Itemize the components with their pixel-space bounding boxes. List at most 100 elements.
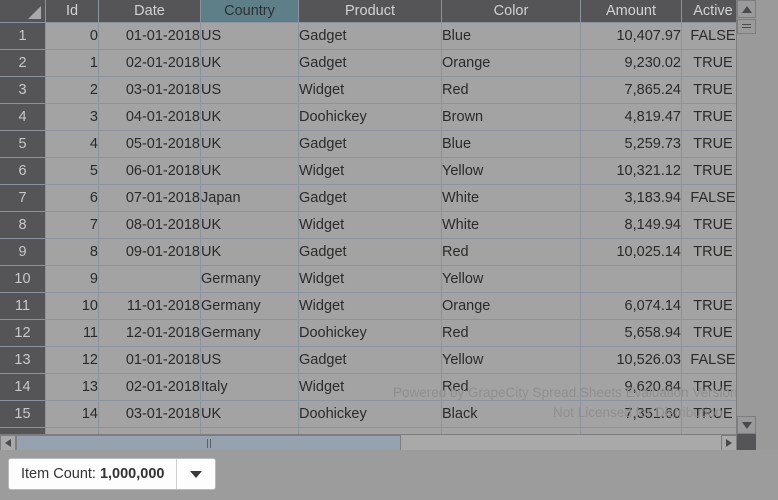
horizontal-scrollbar[interactable] [0, 434, 737, 450]
cell-product[interactable]: Gadget [298, 49, 442, 77]
cell-date[interactable]: 03-01-2018 [98, 76, 201, 104]
cell-amount[interactable]: 6,074.14 [580, 292, 682, 320]
row-header[interactable]: 7 [0, 184, 46, 212]
cell-amount[interactable]: 9,230.02 [580, 49, 682, 77]
cell-product[interactable]: Gadget [298, 184, 442, 212]
cell-color[interactable]: Orange [441, 49, 581, 77]
cell-id[interactable]: 2 [45, 76, 99, 104]
row-header[interactable]: 10 [0, 265, 46, 293]
cell-color[interactable]: White [441, 211, 581, 239]
table-row[interactable]: 14 13 02-01-2018 Italy Widget Red 9,620.84 TRUE [0, 373, 745, 401]
item-count-dropdown[interactable]: Item Count: 1,000,000 [8, 458, 217, 490]
cell-color[interactable]: Blue [441, 130, 581, 158]
cell-amount[interactable]: 8,149.94 [580, 211, 682, 239]
cell-product[interactable]: Gadget [298, 238, 442, 266]
vertical-scrollbar[interactable] [736, 0, 756, 434]
cell-id[interactable]: 1 [45, 49, 99, 77]
cell-date[interactable] [98, 265, 201, 293]
cell-amount[interactable]: 4,819.47 [580, 103, 682, 131]
column-header-date[interactable]: Date [98, 0, 201, 23]
cell-id[interactable]: 9 [45, 265, 99, 293]
cell-date[interactable]: 05-01-2018 [98, 130, 201, 158]
cell-amount[interactable]: 9,620.84 [580, 373, 682, 401]
table-row[interactable]: 2 1 02-01-2018 UK Gadget Orange 9,230.02 TRUE [0, 49, 745, 77]
cell-id[interactable]: 12 [45, 346, 99, 374]
row-header[interactable]: 11 [0, 292, 46, 320]
row-header[interactable]: 13 [0, 346, 46, 374]
cell-amount[interactable] [580, 265, 682, 293]
row-header[interactable]: 14 [0, 373, 46, 401]
cell-date[interactable]: 06-01-2018 [98, 157, 201, 185]
table-row[interactable]: 9 8 09-01-2018 UK Gadget Red 10,025.14 TRUE [0, 238, 745, 266]
cell-product[interactable]: Widget [298, 265, 442, 293]
table-row[interactable]: 5 4 05-01-2018 UK Gadget Blue 5,259.73 TRUE [0, 130, 745, 158]
spreadsheet-viewport[interactable]: Id Date Country Product Color Amount Active 10… [0, 0, 778, 450]
cell-date[interactable]: 07-01-2018 [98, 184, 201, 212]
cell-country[interactable]: US [200, 346, 299, 374]
cell-id[interactable]: 0 [45, 22, 99, 50]
cell-amount[interactable]: 10,025.14 [580, 238, 682, 266]
scroll-up-button[interactable] [737, 0, 756, 18]
table-row[interactable]: 7 6 07-01-2018 Japan Gadget White 3,183.94 FALS… [0, 184, 745, 212]
item-count-dropdown-toggle[interactable] [176, 459, 215, 489]
cell-color[interactable]: Red [441, 373, 581, 401]
cell-amount[interactable]: 10,407.97 [580, 22, 682, 50]
cell-product[interactable]: Widget [298, 157, 442, 185]
cell-date[interactable]: 02-01-2018 [98, 373, 201, 401]
cell-product[interactable]: Gadget [298, 22, 442, 50]
row-header[interactable]: 2 [0, 49, 46, 77]
table-row[interactable]: 11 10 11-01-2018 Germany Widget Orange 6,074.1… [0, 292, 745, 320]
row-header[interactable]: 12 [0, 319, 46, 347]
cell-color[interactable]: Red [441, 76, 581, 104]
cell-id[interactable]: 11 [45, 319, 99, 347]
table-row[interactable]: 1 0 01-01-2018 US Gadget Blue 10,407.97 FALSE [0, 22, 745, 50]
data-grid-body[interactable]: 1 0 01-01-2018 US Gadget Blue 10,407.97 FALSE 2 1… [0, 22, 745, 450]
table-row[interactable]: 3 2 03-01-2018 US Widget Red 7,865.24 TRUE [0, 76, 745, 104]
cell-product[interactable]: Doohickey [298, 319, 442, 347]
cell-date[interactable]: 01-01-2018 [98, 22, 201, 50]
cell-amount[interactable]: 3,183.94 [580, 184, 682, 212]
column-header-id[interactable]: Id [45, 0, 99, 23]
cell-date[interactable]: 11-01-2018 [98, 292, 201, 320]
cell-country[interactable]: Italy [200, 373, 299, 401]
cell-color[interactable]: Blue [441, 22, 581, 50]
cell-country[interactable]: UK [200, 211, 299, 239]
cell-country[interactable]: UK [200, 238, 299, 266]
cell-date[interactable]: 04-01-2018 [98, 103, 201, 131]
table-row[interactable]: 8 7 08-01-2018 UK Widget White 8,149.94 TRUE [0, 211, 745, 239]
table-row[interactable]: 15 14 03-01-2018 UK Doohickey Black 7,351.60 TR… [0, 400, 745, 428]
cell-product[interactable]: Widget [298, 373, 442, 401]
cell-date[interactable]: 12-01-2018 [98, 319, 201, 347]
cell-country[interactable]: UK [200, 103, 299, 131]
cell-color[interactable]: Red [441, 319, 581, 347]
cell-id[interactable]: 5 [45, 157, 99, 185]
table-row[interactable]: 13 12 01-01-2018 US Gadget Yellow 10,526.03 FAL… [0, 346, 745, 374]
cell-product[interactable]: Widget [298, 211, 442, 239]
cell-country[interactable]: UK [200, 400, 299, 428]
row-header[interactable]: 9 [0, 238, 46, 266]
row-header[interactable]: 15 [0, 400, 46, 428]
column-header-color[interactable]: Color [441, 0, 581, 23]
row-header[interactable]: 1 [0, 22, 46, 50]
cell-country[interactable]: UK [200, 130, 299, 158]
column-header-product[interactable]: Product [298, 0, 442, 23]
cell-color[interactable]: Black [441, 400, 581, 428]
cell-country[interactable]: UK [200, 49, 299, 77]
cell-color[interactable]: Yellow [441, 265, 581, 293]
horizontal-scroll-thumb[interactable] [16, 435, 401, 450]
cell-amount[interactable]: 10,321.12 [580, 157, 682, 185]
cell-country[interactable]: US [200, 76, 299, 104]
cell-amount[interactable]: 7,351.60 [580, 400, 682, 428]
cell-color[interactable]: Brown [441, 103, 581, 131]
cell-color[interactable]: Orange [441, 292, 581, 320]
cell-product[interactable]: Doohickey [298, 400, 442, 428]
cell-product[interactable]: Widget [298, 292, 442, 320]
table-row[interactable]: 4 3 04-01-2018 UK Doohickey Brown 4,819.47 TRUE [0, 103, 745, 131]
cell-id[interactable]: 14 [45, 400, 99, 428]
scroll-down-button[interactable] [737, 416, 756, 434]
column-header-country[interactable]: Country [200, 0, 299, 23]
select-all-corner[interactable] [0, 0, 46, 23]
cell-color[interactable]: Yellow [441, 157, 581, 185]
row-header[interactable]: 5 [0, 130, 46, 158]
table-row[interactable]: 12 11 12-01-2018 Germany Doohickey Red 5,658.9… [0, 319, 745, 347]
